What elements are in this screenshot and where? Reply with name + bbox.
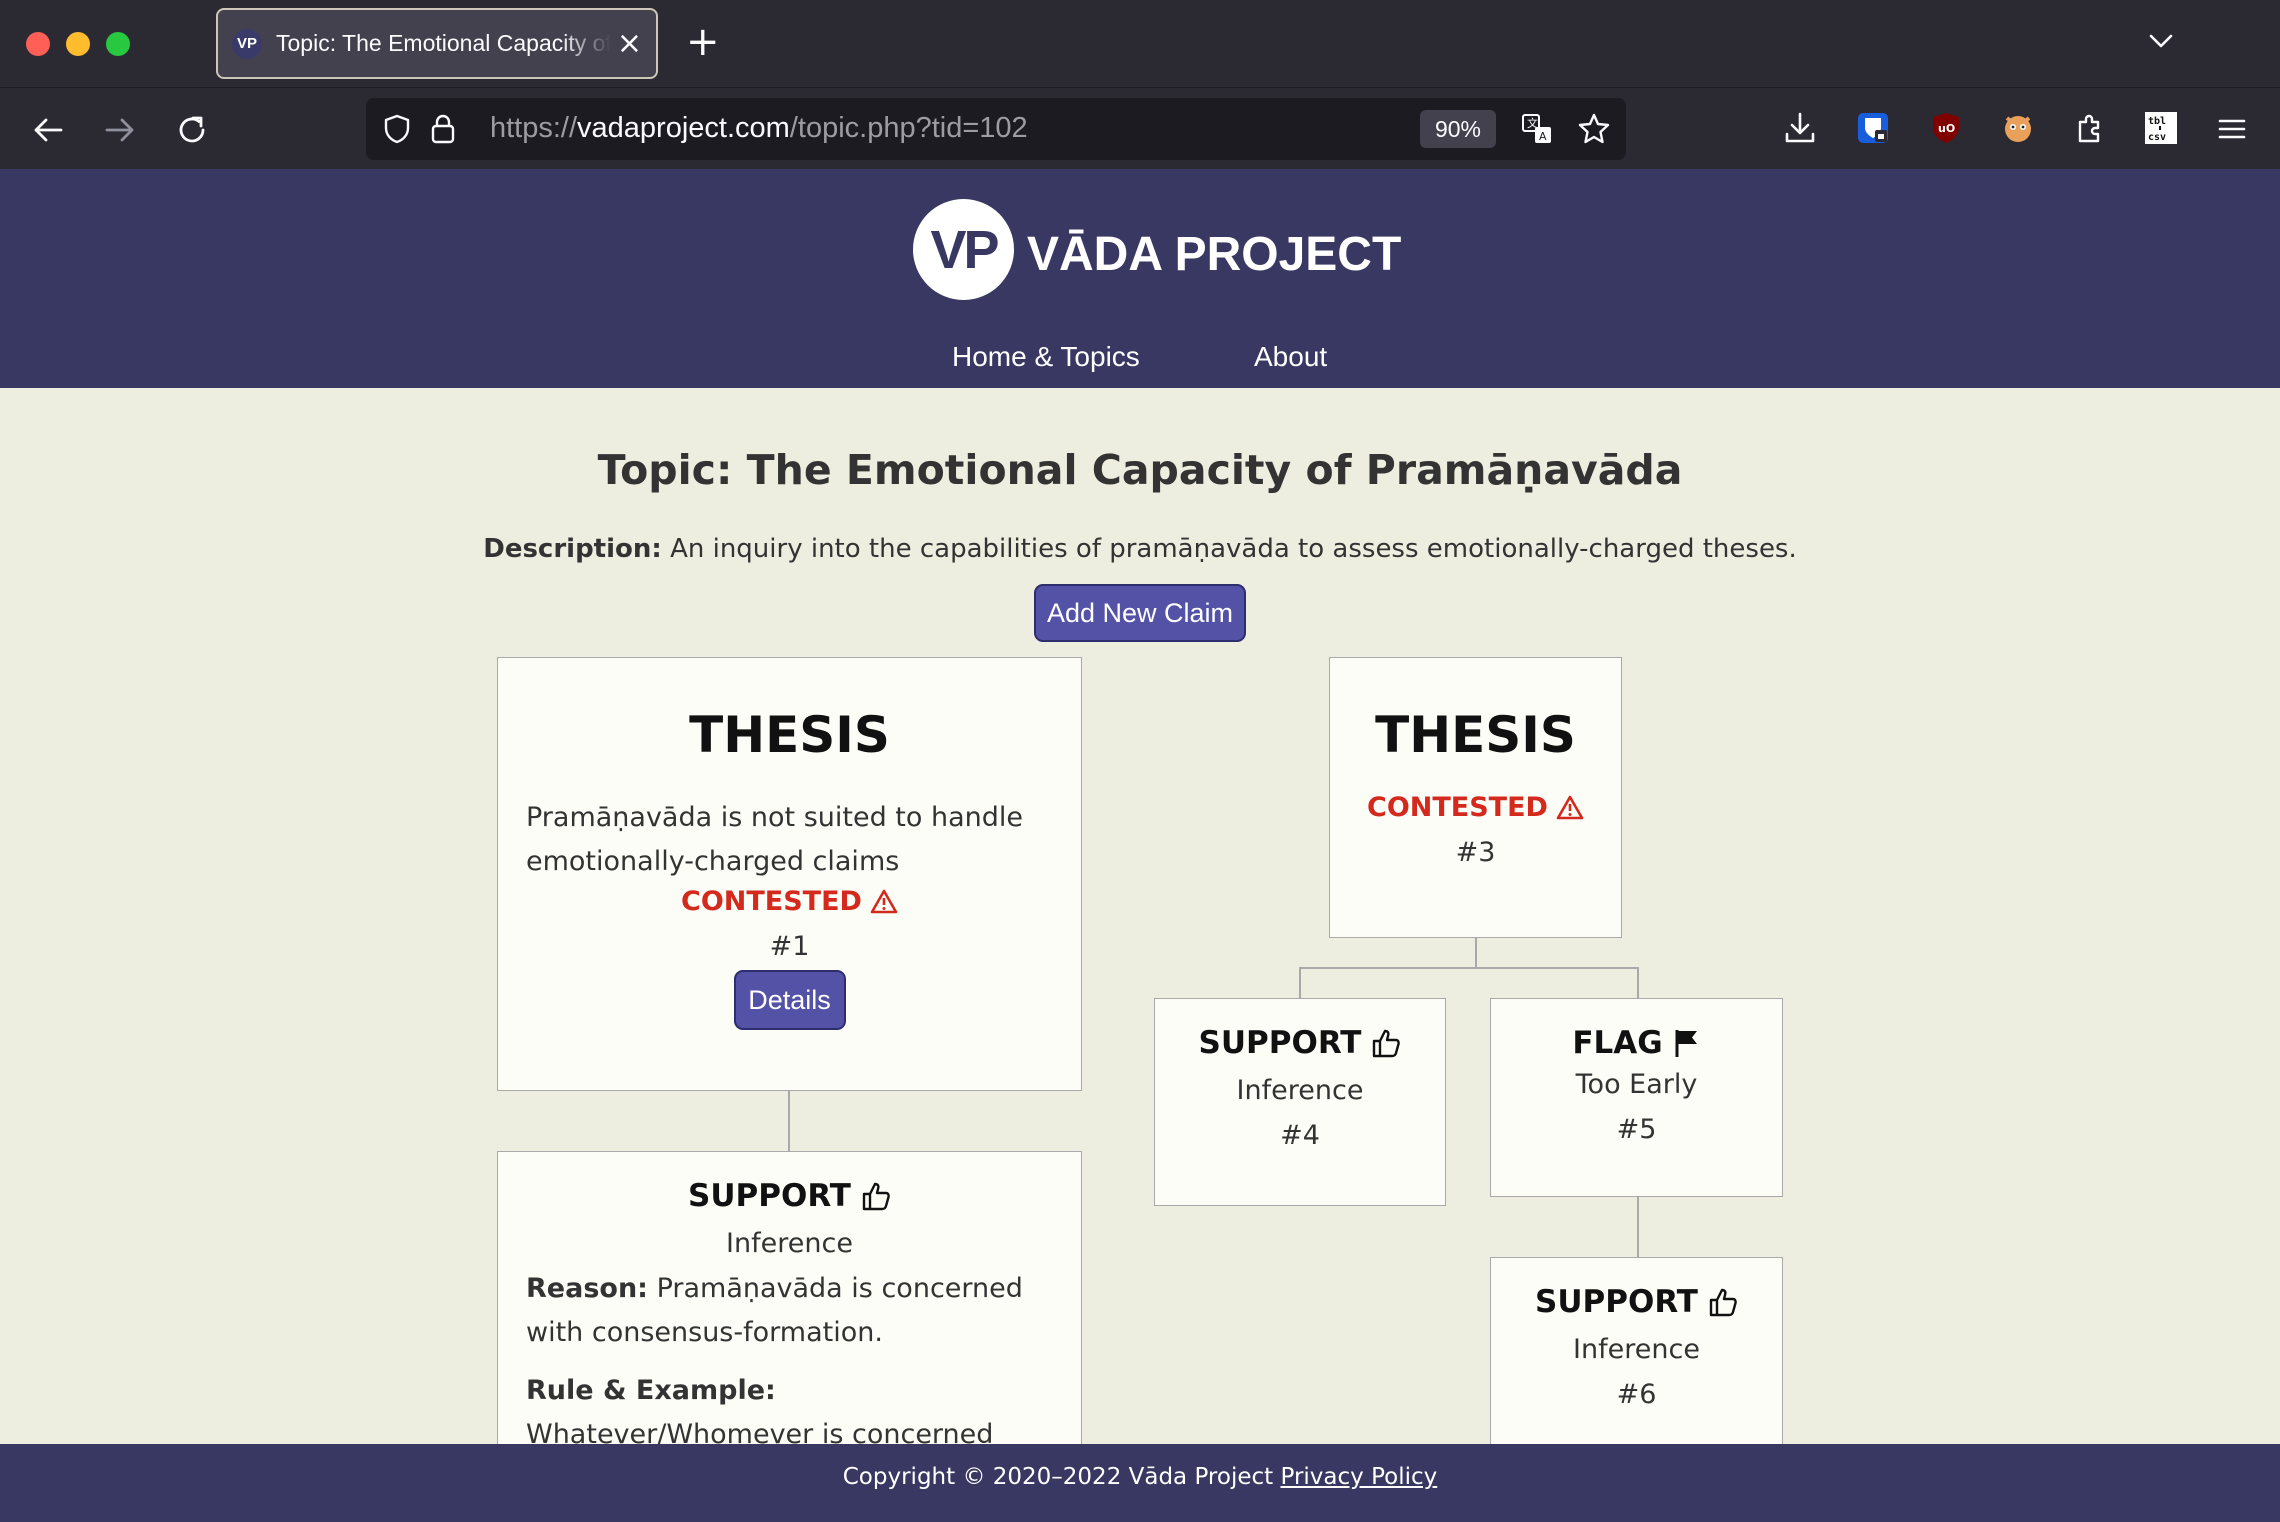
claim-card-4[interactable]: SUPPORT Inference #4 — [1154, 998, 1446, 1206]
claim-card-1[interactable]: THESIS Pramāṇavāda is not suited to hand… — [497, 657, 1082, 1091]
browser-nav-bar: https://vadaproject.com/topic.php?tid=10… — [0, 87, 2280, 169]
shield-icon[interactable] — [380, 112, 414, 146]
svg-text:uO: uO — [1938, 122, 1955, 135]
reload-icon[interactable] — [172, 110, 212, 150]
new-tab-button[interactable]: + — [686, 22, 720, 62]
details-button[interactable]: Details — [733, 970, 846, 1030]
claim-id: #6 — [1616, 1379, 1657, 1410]
claim-id: #5 — [1616, 1114, 1657, 1145]
claim-id: #4 — [1280, 1120, 1320, 1151]
warning-triangle-icon — [870, 889, 898, 913]
claim-subtype: Inference — [726, 1228, 853, 1259]
tree-connector — [1637, 967, 1639, 1000]
claim-subtype: Inference — [1236, 1075, 1364, 1106]
claim-card-3[interactable]: THESIS CONTESTED #3 — [1329, 657, 1622, 938]
claim-type-heading: SUPPORT — [1535, 1284, 1738, 1320]
thumbs-up-icon — [1709, 1288, 1737, 1317]
forward-arrow-icon[interactable] — [100, 110, 140, 150]
lock-icon[interactable] — [428, 112, 458, 146]
claim-text: Pramāṇavāda is not suited to handle emot… — [526, 802, 1024, 877]
browser-tab-active[interactable]: VP Topic: The Emotional Capacity of Pram… — [216, 8, 658, 79]
extension-fox-icon[interactable] — [2000, 110, 2036, 146]
claim-card-2[interactable]: SUPPORT Inference Reason: Pramāṇavāda is… — [497, 1151, 1082, 1444]
tree-connector — [1637, 1196, 1639, 1258]
add-new-claim-button[interactable]: Add New Claim — [1034, 584, 1246, 642]
claim-subtype: Inference — [1573, 1334, 1700, 1365]
topic-description: Description: An inquiry into the capabil… — [0, 534, 2280, 564]
chevron-down-icon[interactable] — [2146, 26, 2176, 60]
bitwarden-icon[interactable] — [1855, 110, 1891, 146]
privacy-policy-link[interactable]: Privacy Policy — [1280, 1464, 1437, 1490]
url-text[interactable]: https://vadaproject.com/topic.php?tid=10… — [490, 112, 1028, 145]
site-name[interactable]: VĀDA PROJECT — [1027, 227, 1401, 282]
nav-about[interactable]: About — [1254, 341, 1327, 373]
ublock-icon[interactable]: uO — [1928, 110, 1964, 146]
main-content: Topic: The Emotional Capacity of Pramāṇa… — [0, 388, 2280, 1444]
window-close-button[interactable] — [26, 32, 50, 56]
claim-reason: Reason: Pramāṇavāda is concerned with co… — [526, 1273, 1023, 1348]
claim-card-6[interactable]: SUPPORT Inference #6 — [1490, 1257, 1783, 1444]
bookmark-star-icon[interactable] — [1576, 111, 1612, 147]
tree-connector — [1299, 967, 1301, 1000]
zoom-level-badge[interactable]: 90% — [1420, 110, 1496, 148]
site-footer: Copyright © 2020–2022 Vāda Project Priva… — [0, 1444, 2280, 1522]
svg-text:文: 文 — [1527, 116, 1538, 130]
svg-text:csv: csv — [2148, 132, 2166, 143]
tree-connector — [1475, 938, 1477, 968]
back-arrow-icon[interactable] — [28, 110, 68, 150]
description-label: Description: — [483, 534, 662, 564]
svg-text:tbl: tbl — [2148, 116, 2166, 127]
site-header: VP VĀDA PROJECT Home & Topics About — [0, 169, 2280, 388]
download-icon[interactable] — [1782, 110, 1818, 146]
browser-tab-bar: VP Topic: The Emotional Capacity of Pram… — [0, 0, 2280, 87]
tab-title: Topic: The Emotional Capacity of Pramāṇa… — [276, 30, 611, 56]
site-logo[interactable]: VP — [913, 199, 1014, 300]
claim-subtype: Too Early — [1575, 1069, 1698, 1100]
claim-type-heading: THESIS — [1375, 706, 1576, 764]
svg-text:A: A — [1539, 130, 1547, 143]
claim-type-heading: SUPPORT — [1199, 1025, 1402, 1061]
window-zoom-button[interactable] — [106, 32, 130, 56]
flag-icon — [1675, 1030, 1697, 1057]
extensions-puzzle-icon[interactable] — [2072, 110, 2108, 146]
translate-icon[interactable]: 文A — [1520, 112, 1554, 146]
claim-card-5[interactable]: FLAG Too Early #5 — [1490, 998, 1783, 1197]
hamburger-menu-icon[interactable] — [2214, 111, 2250, 147]
claim-status: CONTESTED — [681, 886, 898, 917]
nav-home-topics[interactable]: Home & Topics — [952, 341, 1140, 373]
tree-connector — [1299, 967, 1638, 969]
tab-close-icon[interactable]: × — [617, 28, 642, 59]
claim-type-heading: SUPPORT — [688, 1178, 891, 1214]
table-csv-icon[interactable]: tbl csv — [2142, 109, 2180, 147]
claim-type-heading: FLAG — [1572, 1025, 1700, 1061]
description-text: An inquiry into the capabilities of pram… — [670, 534, 1797, 564]
tab-favicon: VP — [232, 28, 262, 59]
claim-id: #3 — [1455, 837, 1496, 868]
page-title: Topic: The Emotional Capacity of Pramāṇa… — [597, 446, 1683, 494]
claim-id: #1 — [769, 931, 810, 962]
claim-type-heading: THESIS — [689, 706, 890, 764]
warning-triangle-icon — [1556, 795, 1584, 819]
thumbs-up-icon — [862, 1182, 890, 1211]
tree-connector — [788, 1091, 790, 1153]
copyright-text: Copyright © 2020–2022 Vāda Project — [842, 1464, 1274, 1490]
window-minimize-button[interactable] — [66, 32, 90, 56]
claim-rule-example: Rule & Example: Whatever/Whomever is con… — [526, 1375, 994, 1444]
thumbs-up-icon — [1373, 1029, 1401, 1058]
url-bar[interactable]: https://vadaproject.com/topic.php?tid=10… — [366, 98, 1626, 160]
claim-status: CONTESTED — [1367, 792, 1584, 823]
